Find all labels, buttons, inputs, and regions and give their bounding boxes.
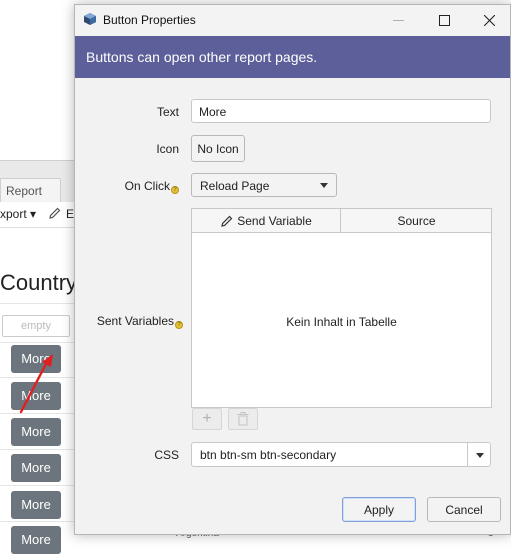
sent-variables-label-group: Sent Variables? [85,314,183,329]
icon-label: Icon [156,142,179,156]
chevron-down-icon[interactable] [476,453,484,458]
css-value: btn btn-sm btn-secondary [200,448,337,462]
plus-icon: + [202,410,212,427]
app-cube-icon [84,13,96,25]
onclick-selected-value: Reload Page [200,179,270,193]
apply-button[interactable]: Apply [342,497,416,522]
bg-more-button[interactable]: More [11,418,61,446]
table-header: Send Variable Source [192,209,491,233]
button-properties-dialog: Button Properties Buttons can open other… [74,4,511,535]
column-header-source[interactable]: Source [342,209,491,233]
onclick-select[interactable]: Reload Page [191,173,337,197]
chevron-down-icon [320,183,328,188]
bg-more-button[interactable]: More [11,526,61,554]
bg-filter-input[interactable]: empty [2,315,70,337]
help-icon[interactable]: ? [175,321,183,329]
onclick-label-group: On Click? [95,179,179,194]
bg-report-tab[interactable]: Report [0,178,61,202]
red-arrow-annotation [19,354,53,414]
text-input[interactable]: More [191,99,491,123]
no-icon-button[interactable]: No Icon [191,135,245,162]
bg-export-label: xport [0,207,27,221]
bg-more-button[interactable]: More [11,491,61,519]
help-icon[interactable]: ? [171,186,179,194]
dialog-titlebar[interactable]: Button Properties [75,5,510,35]
css-combobox[interactable]: btn btn-sm btn-secondary [191,442,491,467]
pencil-icon [221,215,233,227]
bg-edit-label[interactable]: E [66,207,74,221]
column-label: Send Variable [237,214,312,228]
maximize-icon[interactable] [421,5,467,35]
combobox-divider [467,443,468,466]
bg-country-heading: Country [0,270,78,295]
bg-row-divider [0,521,80,522]
text-label: Text [156,105,179,119]
bg-row-divider [0,485,80,486]
bg-more-button[interactable]: More [11,454,61,482]
column-label: Source [397,214,436,228]
minimize-icon[interactable] [375,5,421,35]
dialog-header-banner: Buttons can open other report pages. [75,36,510,78]
sent-variables-label: Sent Variables [96,314,174,328]
delete-row-button[interactable] [228,408,258,430]
css-label: CSS [154,448,179,462]
cancel-button[interactable]: Cancel [427,497,501,522]
pencil-icon[interactable] [48,206,62,220]
add-row-button[interactable]: + [192,408,222,430]
onclick-label: On Click [124,179,170,193]
close-icon[interactable] [466,5,511,35]
trash-icon [237,412,249,426]
column-header-send-variable[interactable]: Send Variable [192,209,341,233]
sent-variables-table: Send Variable Source Kein Inhalt in Tabe… [191,208,492,408]
bg-export-menu[interactable]: xport ▾ [0,207,36,221]
bg-row-divider [0,449,80,450]
dialog-title: Button Properties [103,13,196,27]
table-empty-message: Kein Inhalt in Tabelle [286,315,397,329]
